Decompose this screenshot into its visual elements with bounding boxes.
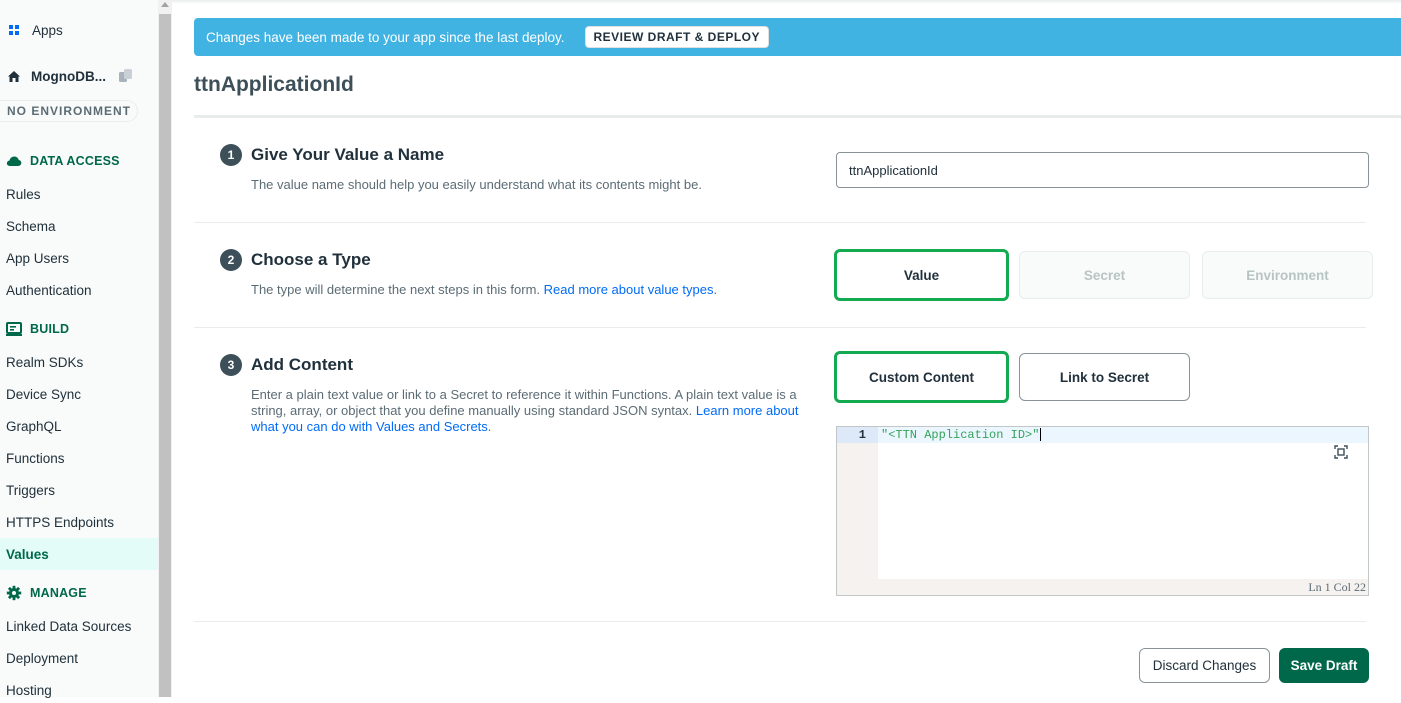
section-data-access-title: DATA ACCESS [30, 154, 120, 168]
deploy-banner: Changes have been made to your app since… [194, 18, 1401, 56]
sidebar-item-label: Hosting [6, 682, 52, 698]
step-2-description-text: The type will determine the next steps i… [251, 282, 544, 297]
sidebar-item-label: Linked Data Sources [6, 618, 132, 634]
sidebar-item-values[interactable]: Values [0, 538, 158, 570]
apps-grid-icon [9, 25, 19, 35]
sidebar-item-label: App Users [6, 250, 70, 266]
sidebar-item-label: Deployment [6, 650, 79, 666]
cloud-icon [6, 156, 22, 166]
step-2-description-suffix: . [713, 282, 718, 297]
sidebar-item-app-users[interactable]: App Users [0, 245, 158, 271]
section-divider [194, 621, 1366, 622]
gear-icon [6, 585, 22, 601]
sidebar-item-label: HTTPS Endpoints [6, 514, 115, 530]
sidebar-item-graphql[interactable]: GraphQL [0, 413, 158, 439]
sidebar-item-hosting[interactable]: Hosting [0, 677, 158, 703]
sidebar-item-rules[interactable]: Rules [0, 181, 158, 207]
sidebar: Apps MognoDB... NO ENVIRONMENT DATA ACCE… [0, 0, 158, 698]
sidebar-item-label: Device Sync [6, 386, 82, 402]
sidebar-item-label: GraphQL [6, 418, 62, 434]
environment-badge[interactable]: NO ENVIRONMENT [0, 100, 138, 122]
step-1-title: Give Your Value a Name [251, 145, 445, 164]
sidebar-item-label: Realm SDKs [6, 354, 84, 370]
section-manage: MANAGE [0, 582, 87, 604]
build-icon [6, 322, 22, 336]
project-name: MognoDB... [31, 68, 106, 84]
step-2-description: The type will determine the next steps i… [251, 282, 717, 298]
code-line[interactable]: "<TTN Application ID>" [881, 428, 1042, 442]
sidebar-item-authentication[interactable]: Authentication [0, 277, 158, 303]
value-name-input[interactable]: ttnApplicationId [836, 152, 1369, 188]
sidebar-item-triggers[interactable]: Triggers [0, 477, 158, 503]
code-text: "<TTN Application ID>" [881, 428, 1040, 442]
editor-gutter [837, 427, 878, 595]
step-1-description: The value name should help you easily un… [251, 177, 702, 192]
custom-content-option[interactable]: Custom Content [834, 351, 1009, 403]
type-secret-option[interactable]: Secret [1019, 251, 1190, 299]
top-shadow [172, 0, 1401, 4]
editor-status-bar [878, 579, 1368, 595]
page-title: ttnApplicationId [194, 73, 354, 96]
sidebar-item-label: Functions [6, 450, 65, 466]
main-content: Changes have been made to your app since… [172, 0, 1401, 697]
copy-icon[interactable] [118, 68, 134, 84]
sidebar-item-label: Rules [6, 186, 41, 202]
link-to-secret-option[interactable]: Link to Secret [1019, 353, 1190, 401]
section-build: BUILD [0, 318, 69, 340]
sidebar-project[interactable]: MognoDB... [0, 63, 158, 89]
sidebar-item-label: Schema [6, 218, 56, 234]
step-3-badge: 3 [220, 354, 242, 376]
discard-changes-button[interactable]: Discard Changes [1139, 648, 1270, 683]
title-divider [194, 115, 1401, 118]
banner-text: Changes have been made to your app since… [206, 29, 565, 45]
expand-icon[interactable] [1334, 445, 1348, 459]
sidebar-item-deployment[interactable]: Deployment [0, 645, 158, 671]
sidebar-item-label: Authentication [6, 282, 92, 298]
text-cursor [1040, 428, 1042, 442]
sidebar-apps-link[interactable]: Apps [0, 17, 158, 43]
type-environment-option[interactable]: Environment [1202, 251, 1373, 299]
sidebar-item-functions[interactable]: Functions [0, 445, 158, 471]
home-icon [8, 70, 20, 82]
review-draft-deploy-button[interactable]: REVIEW DRAFT & DEPLOY [584, 26, 770, 48]
sidebar-scrollbar[interactable] [158, 0, 172, 697]
type-value-option[interactable]: Value [834, 249, 1009, 301]
step-3-title: Add Content [251, 355, 353, 374]
sidebar-item-label: Values [6, 546, 49, 562]
scrollbar-thumb[interactable] [159, 14, 171, 697]
sidebar-item-linked-data-sources[interactable]: Linked Data Sources [0, 613, 158, 639]
section-divider [194, 222, 1366, 223]
section-data-access: DATA ACCESS [0, 150, 120, 172]
section-divider [194, 327, 1366, 328]
json-code-editor[interactable]: 1 "<TTN Application ID>" Ln 1 Col 22 [836, 426, 1369, 596]
step-3-description: Enter a plain text value or link to a Se… [251, 387, 817, 435]
value-types-link[interactable]: Read more about value types [544, 282, 714, 297]
cursor-position-status: Ln 1 Col 22 [1308, 580, 1366, 594]
line-number: 1 [858, 428, 866, 442]
sidebar-item-label: Triggers [6, 482, 56, 498]
sidebar-apps-label: Apps [32, 22, 63, 38]
save-draft-button[interactable]: Save Draft [1279, 648, 1369, 683]
sidebar-item-https-endpoints[interactable]: HTTPS Endpoints [0, 509, 158, 535]
section-manage-title: MANAGE [30, 586, 87, 600]
sidebar-item-schema[interactable]: Schema [0, 213, 158, 239]
step-2-badge: 2 [220, 249, 242, 271]
scroll-up-arrow-icon[interactable] [161, 2, 169, 7]
sidebar-item-device-sync[interactable]: Device Sync [0, 381, 158, 407]
section-build-title: BUILD [30, 322, 70, 336]
step-3-description-suffix: . [487, 419, 492, 434]
step-1-badge: 1 [220, 144, 242, 166]
step-2-title: Choose a Type [251, 250, 371, 269]
sidebar-item-realm-sdks[interactable]: Realm SDKs [0, 349, 158, 375]
